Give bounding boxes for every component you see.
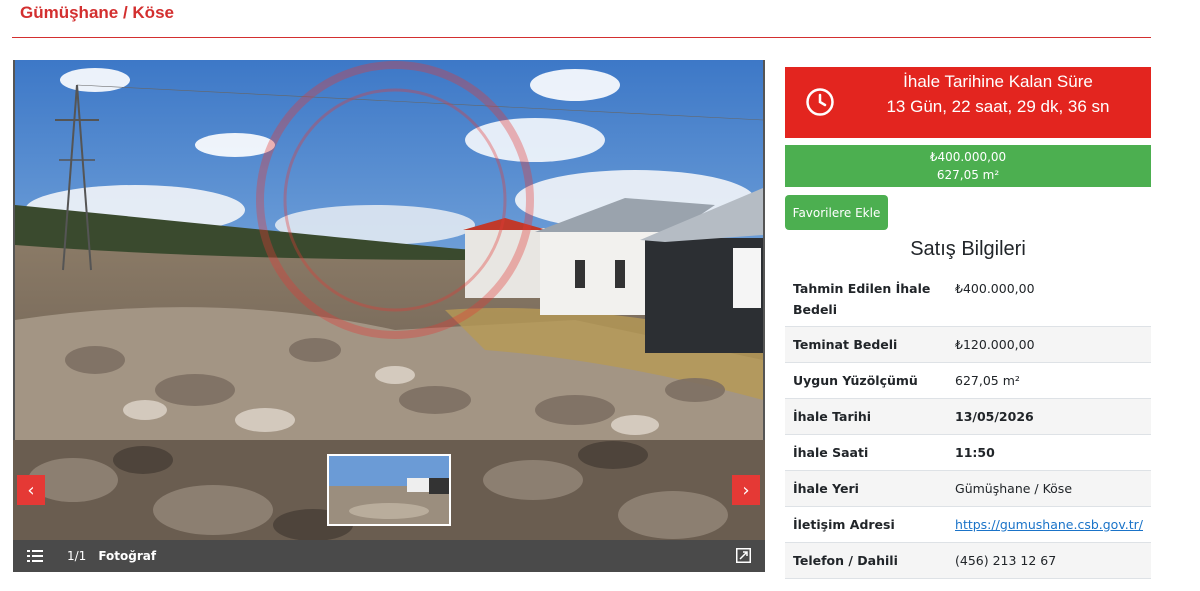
row-label: Telefon / Dahili: [793, 552, 898, 568]
expand-icon[interactable]: [736, 548, 751, 563]
list-icon[interactable]: [27, 549, 43, 563]
price-amount: ₺400.000,00: [929, 150, 1007, 164]
row-value: Gümüşhane / Köse: [955, 480, 1073, 496]
row-value: ₺400.000,00: [955, 281, 1035, 296]
row-label: Uygun Yüzölçümü: [793, 372, 918, 388]
photo-label: Fotoğraf: [98, 549, 157, 563]
row-value: ₺120.000,00: [955, 336, 1035, 352]
thumbnail-strip: [13, 440, 765, 540]
table-row: Tahmin Edilen İhale Bedeli ₺400.000,00: [785, 269, 1151, 326]
row-label: Tahmin Edilen İhale Bedeli: [793, 281, 931, 317]
countdown-title: İhale Tarihine Kalan Süre: [903, 72, 1093, 91]
table-row: İhale Tarihi 13/05/2026: [785, 398, 1151, 434]
table-row: Teminat Bedeli ₺120.000,00: [785, 326, 1151, 362]
row-label: İletişim Adresi: [793, 516, 895, 532]
row-value: 13/05/2026: [955, 408, 1034, 424]
chevron-left-icon[interactable]: ‹: [17, 475, 45, 505]
row-label: İhale Yeri: [793, 480, 859, 496]
add-favorite-button[interactable]: Favorilere Ekle: [785, 195, 888, 230]
photo-counter: 1/1: [67, 549, 87, 563]
chevron-right-icon[interactable]: ›: [732, 475, 760, 505]
price-area: 627,05 m²: [936, 168, 1000, 182]
table-row: Uygun Yüzölçümü 627,05 m²: [785, 362, 1151, 398]
row-value: (456) 213 12 67: [955, 552, 1057, 568]
gallery-toolbar: 1/1 Fotoğraf: [13, 540, 765, 572]
photo-gallery: ‹ › 1/1 Fotoğraf: [13, 60, 765, 572]
sale-info-table: Tahmin Edilen İhale Bedeli ₺400.000,00 T…: [785, 269, 1151, 579]
clock-icon: [806, 88, 834, 116]
price-summary: ₺400.000,00 627,05 m²: [785, 145, 1151, 187]
countdown-value: 13 Gün, 22 saat, 29 dk, 36 sn: [886, 97, 1110, 116]
page-title: Gümüşhane / Köse: [20, 3, 174, 22]
row-value: 11:50: [955, 444, 995, 460]
sale-info-title: Satış Bilgileri: [910, 238, 1026, 260]
table-row: İhale Saati 11:50: [785, 434, 1151, 470]
table-row: İhale Yeri Gümüşhane / Köse: [785, 470, 1151, 506]
row-label: İhale Tarihi: [793, 408, 872, 424]
row-label: İhale Saati: [793, 444, 869, 460]
contact-link[interactable]: https://gumushane.csb.gov.tr/: [955, 517, 1143, 532]
title-divider: [12, 37, 1151, 38]
main-photo[interactable]: [15, 60, 763, 440]
row-value: 627,05 m²: [955, 372, 1020, 388]
row-label: Teminat Bedeli: [793, 336, 898, 352]
table-row: İletişim Adresi https://gumushane.csb.go…: [785, 506, 1151, 542]
thumbnail-photo[interactable]: [327, 454, 451, 526]
table-row: Telefon / Dahili (456) 213 12 67: [785, 542, 1151, 578]
countdown-box: İhale Tarihine Kalan Süre 13 Gün, 22 saa…: [785, 67, 1151, 138]
